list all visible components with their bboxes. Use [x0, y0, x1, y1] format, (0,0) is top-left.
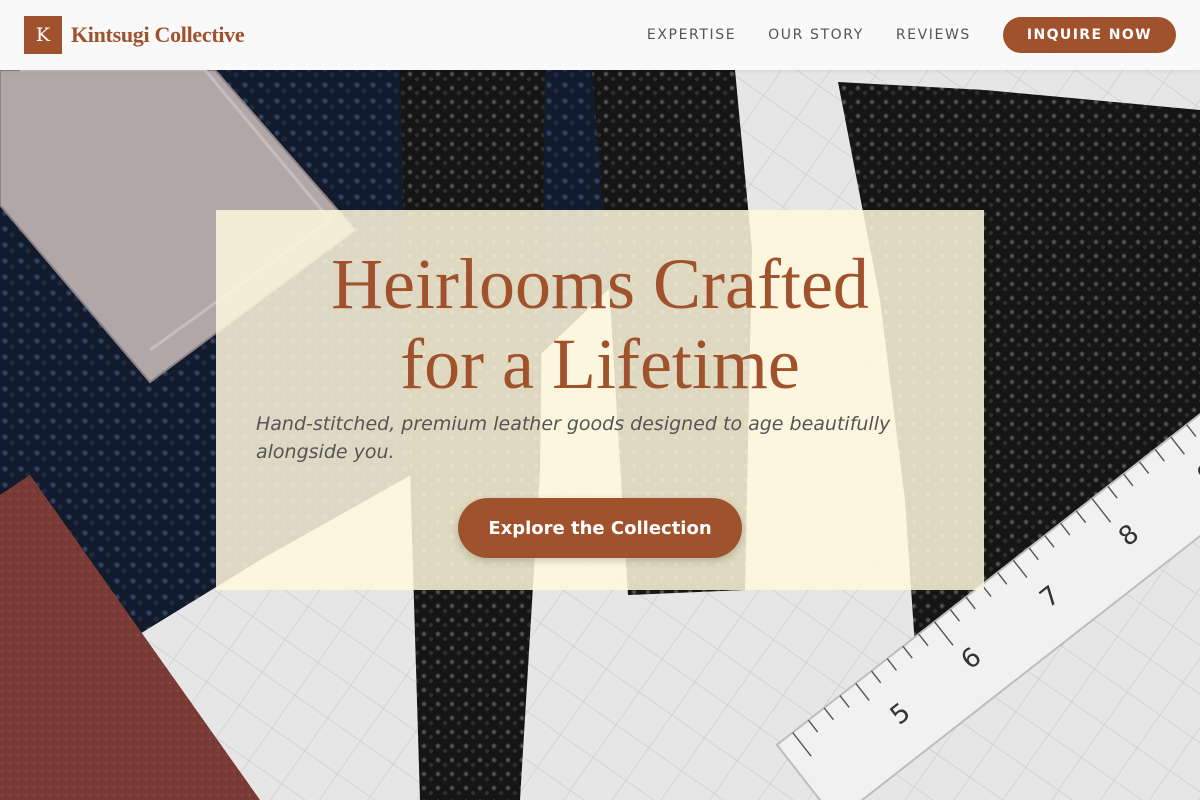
main-nav: EXPERTISE OUR STORY REVIEWS INQUIRE NOW	[615, 17, 1176, 53]
brand-monogram: K	[24, 16, 62, 54]
inquire-now-button[interactable]: INQUIRE NOW	[1002, 17, 1176, 53]
hero-card: Heirlooms Crafted for a Lifetime Explore…	[216, 210, 984, 590]
hero-title-line-2: for a Lifetime	[400, 324, 800, 404]
nav-link-reviews[interactable]: REVIEWS	[896, 27, 971, 43]
site-header: K Kintsugi Collective EXPERTISE OUR STOR…	[0, 0, 1200, 70]
hero-title: Heirlooms Crafted for a Lifetime	[216, 244, 984, 404]
nav-link-our-story[interactable]: OUR STORY	[768, 27, 864, 43]
page: 5 6 7 8 9 K Kintsugi Collective EXPERTIS…	[0, 0, 1200, 800]
brand-name: Kintsugi Collective	[71, 22, 245, 47]
nav-link-expertise[interactable]: EXPERTISE	[647, 27, 736, 43]
brand-logo-link[interactable]: K Kintsugi Collective	[24, 16, 245, 54]
hero-subtitle: Hand-stitched, premium leather goods des…	[256, 413, 891, 463]
explore-collection-button[interactable]: Explore the Collection	[458, 498, 742, 558]
hero-title-line-1: Heirlooms Crafted	[331, 244, 869, 324]
